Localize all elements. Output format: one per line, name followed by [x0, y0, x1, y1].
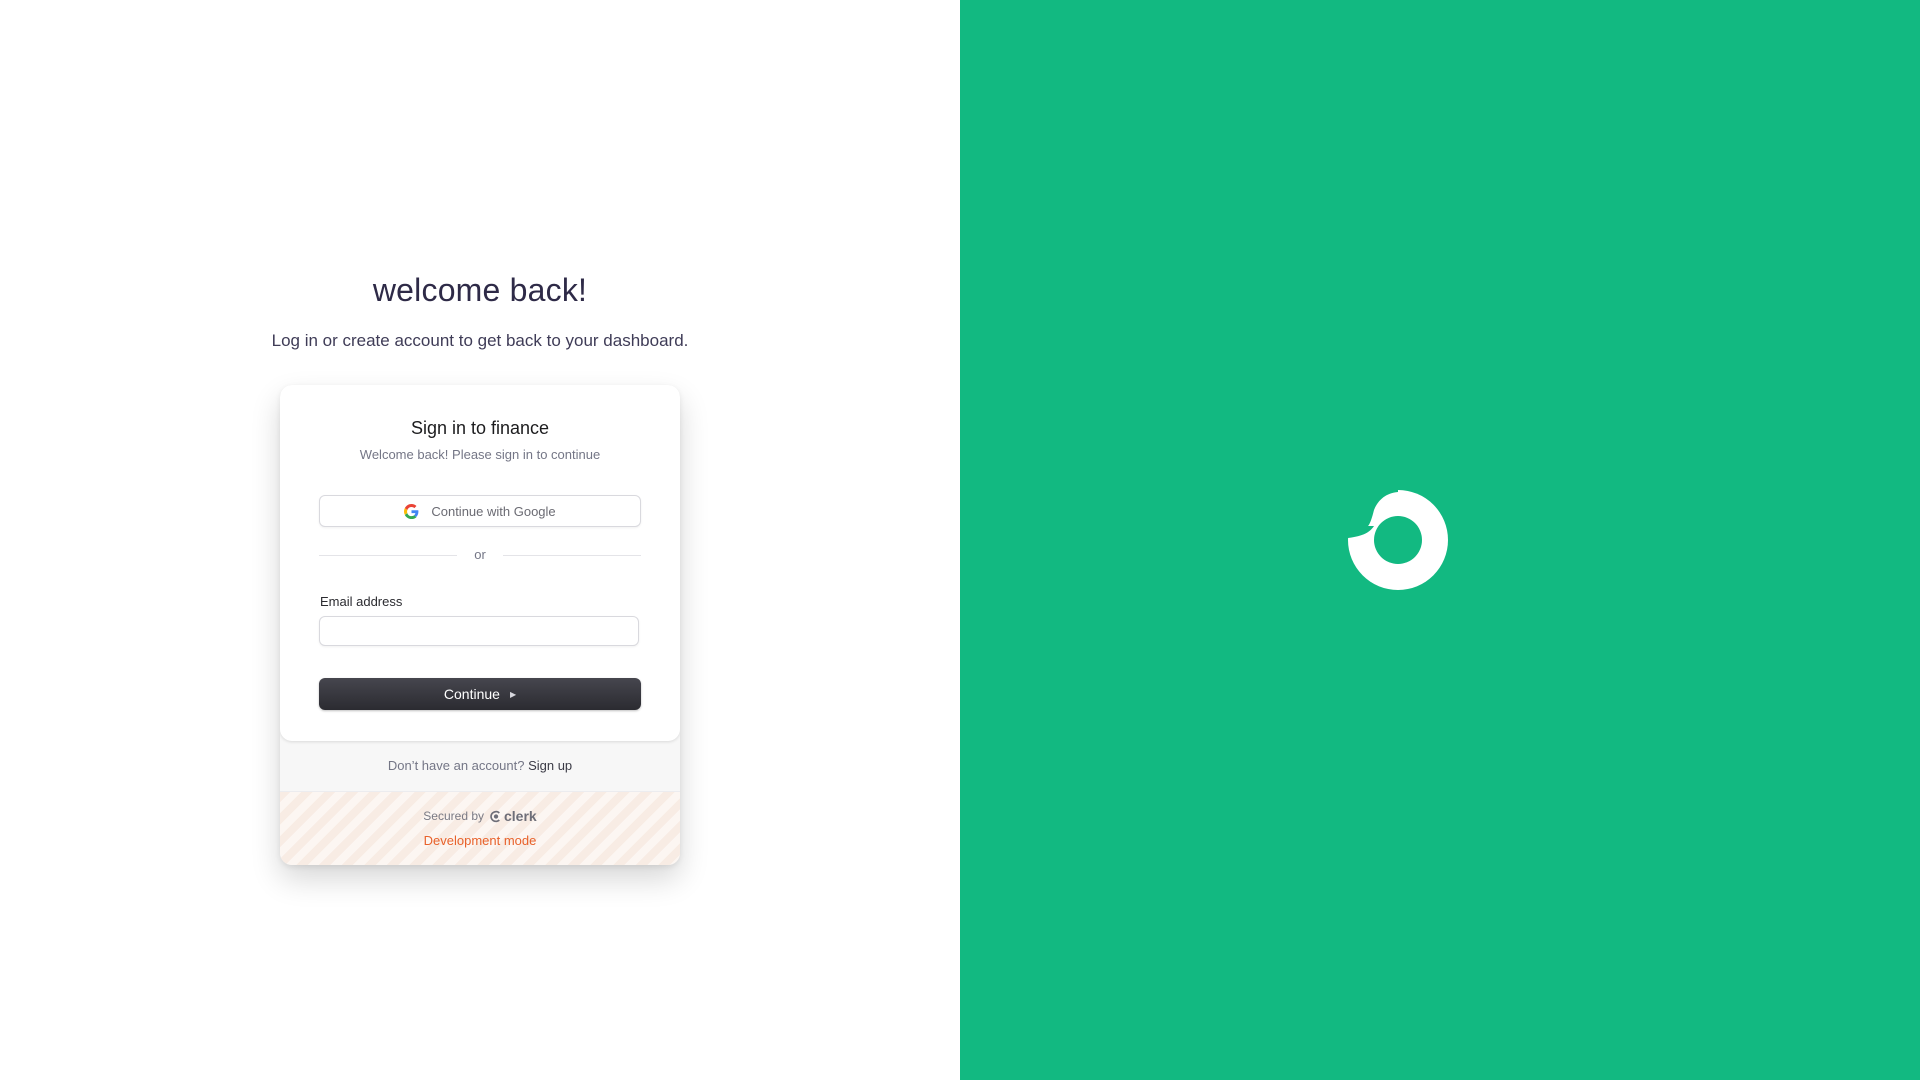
email-label: Email address [320, 594, 403, 609]
left-pane: welcome back! Log in or create account t… [0, 0, 960, 1080]
clerk-logo[interactable]: clerk [489, 808, 537, 824]
secured-by-footer: Secured by clerk Development mode [280, 791, 680, 865]
page-heading: welcome back! [372, 272, 588, 308]
divider-line-right [503, 555, 641, 556]
google-icon [404, 503, 419, 519]
clerk-brand-text: clerk [504, 808, 537, 824]
google-button-label: Continue with Google [431, 503, 556, 519]
continue-button[interactable]: Continue ▶ [319, 678, 641, 710]
development-mode-label: Development mode [423, 833, 537, 848]
secured-by-text: Secured by [423, 809, 484, 823]
email-field[interactable] [319, 616, 639, 646]
brand-panel [960, 0, 1920, 1080]
sign-up-link[interactable]: Sign up [528, 758, 572, 773]
sign-up-prompt: Don’t have an account? [387, 758, 525, 773]
clerk-logo-icon [490, 810, 500, 822]
continue-with-google-button[interactable]: Continue with Google [319, 495, 641, 527]
page-subheading: Log in or create account to get back to … [271, 331, 689, 350]
brand-logo-icon [1348, 490, 1448, 590]
sign-in-card-main: Sign in to finance Welcome back! Please … [280, 385, 680, 741]
or-divider: or [319, 545, 641, 565]
card-subtitle: Welcome back! Please sign in to continue [359, 447, 601, 462]
secured-by-row: Secured by clerk [280, 808, 680, 824]
continue-button-label: Continue [443, 686, 500, 702]
sign-in-page: welcome back! Log in or create account t… [0, 0, 1920, 1080]
sign-up-footer: Don’t have an account? Sign up [280, 741, 680, 791]
play-arrow-icon: ▶ [509, 689, 517, 699]
card-title: Sign in to finance [410, 418, 550, 438]
sign-in-card: Sign in to finance Welcome back! Please … [280, 385, 680, 865]
